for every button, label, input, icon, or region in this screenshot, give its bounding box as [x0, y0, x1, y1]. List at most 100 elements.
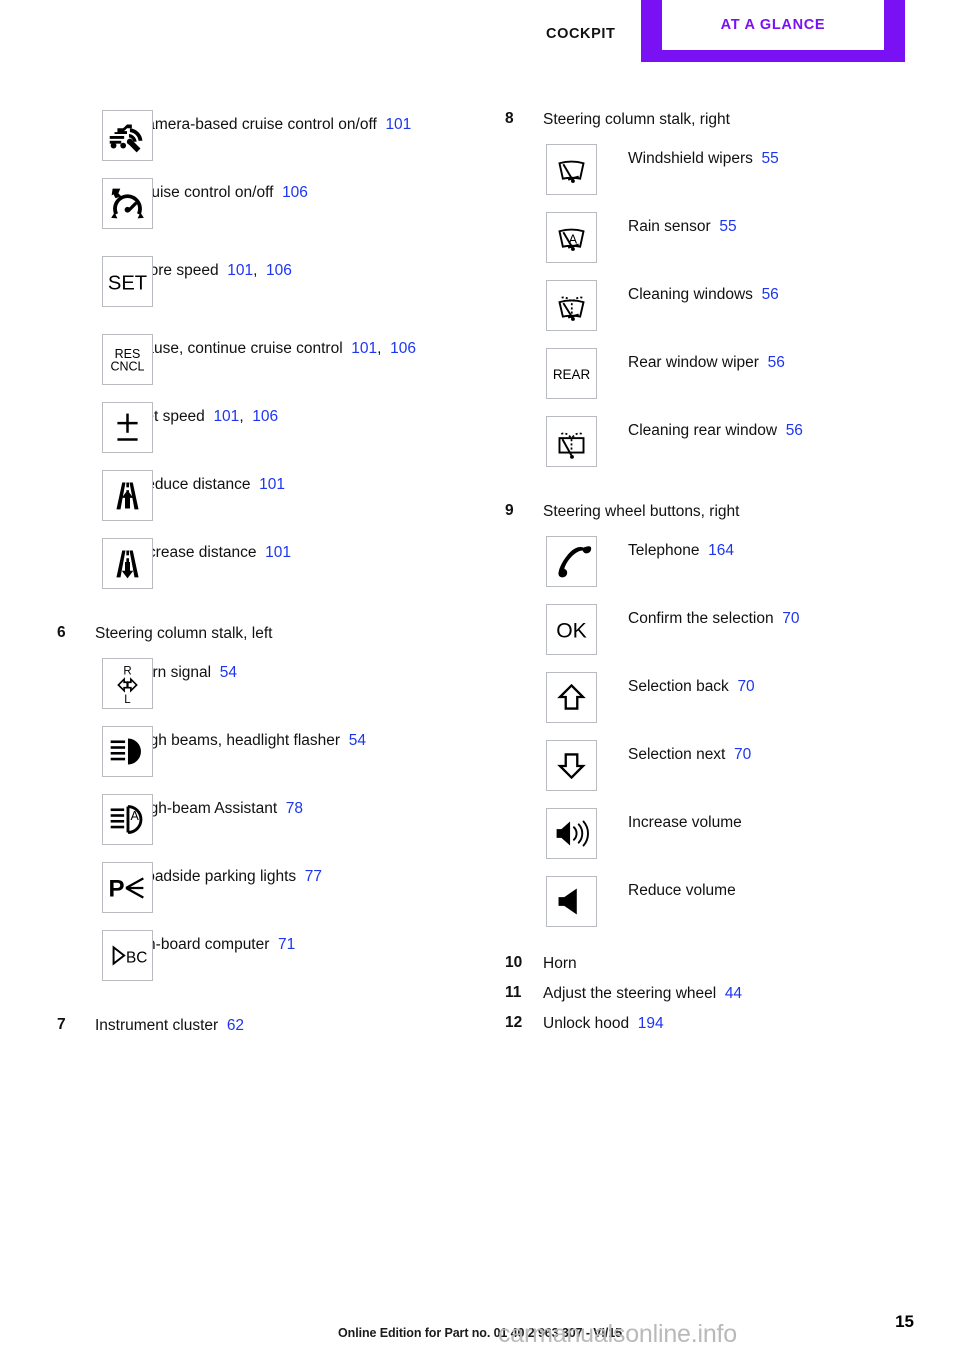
- page-reference[interactable]: 101: [259, 476, 285, 493]
- svg-text:SET: SET: [108, 273, 147, 295]
- page-reference[interactable]: 101: [213, 408, 239, 425]
- page-reference[interactable]: 70: [782, 610, 799, 627]
- page-reference[interactable]: 54: [349, 732, 366, 749]
- list-item: REAR Rear window wiper 56: [505, 348, 935, 408]
- list-item: Camera-based cruise control on/off 101: [57, 110, 477, 170]
- section-heading-7: 7 Instrument cluster 62: [57, 1016, 477, 1044]
- section-title-row: Instrument cluster 62: [95, 1016, 477, 1037]
- list-item-text: Cleaning rear window 56: [628, 416, 935, 442]
- page-reference[interactable]: 101: [385, 116, 411, 133]
- list-item-label: Increase volume: [628, 814, 742, 831]
- header-chapter-label: COCKPIT: [546, 26, 616, 42]
- svg-text:OK: OK: [556, 620, 587, 643]
- high-beam-icon: [102, 726, 153, 777]
- section-title: Instrument cluster: [95, 1017, 219, 1034]
- list-item-label: Windshield wipers: [628, 150, 753, 167]
- rain-sensor-icon: A: [546, 212, 597, 263]
- page-reference[interactable]: 55: [719, 218, 736, 235]
- page-reference[interactable]: 101: [227, 262, 253, 279]
- page-reference[interactable]: 106: [252, 408, 278, 425]
- list-item-text: Roadside parking lights 77: [135, 862, 477, 888]
- list-item-label: High-beam Assistant: [135, 800, 278, 817]
- page-reference[interactable]: 70: [737, 678, 754, 695]
- list-item-label: Selection back: [628, 678, 729, 695]
- page-reference[interactable]: 164: [708, 542, 734, 559]
- list-item: High beams, headlight flasher 54: [57, 726, 477, 786]
- rear-wiper-icon: REAR: [546, 348, 597, 399]
- list-item-text: Pause, continue cruise control 101, 106: [135, 340, 416, 357]
- plus-minus-icon: [102, 402, 153, 453]
- list-item-12: 12 Unlock hood 194: [505, 1014, 935, 1044]
- volume-down-icon: [546, 876, 597, 927]
- list-item-text: Confirm the selection 70: [628, 604, 935, 630]
- page-reference[interactable]: 44: [725, 985, 742, 1002]
- page-reference[interactable]: 71: [278, 936, 295, 953]
- section-heading-9: 9 Steering wheel buttons, right: [505, 502, 935, 530]
- list-item-label: Roadside parking lights: [135, 868, 297, 885]
- svg-text:A: A: [131, 809, 140, 823]
- list-item: Cleaning rear window 56: [505, 416, 935, 476]
- volume-up-icon: [546, 808, 597, 859]
- page-reference[interactable]: 106: [266, 262, 292, 279]
- page-reference[interactable]: 78: [286, 800, 303, 817]
- list-item-text: Store speed 101, 106: [135, 262, 292, 279]
- list-item: R L Turn signal 54: [57, 658, 477, 718]
- list-item-text: Rain sensor 55: [628, 212, 935, 238]
- list-item: OK Confirm the selection 70: [505, 604, 935, 664]
- footer-edition-line: Online Edition for Part no. 01 40 2 963 …: [338, 1326, 622, 1340]
- set-icon: SET: [102, 256, 153, 307]
- item-text: Adjust the steering wheel 44: [543, 984, 935, 1005]
- list-item-text: Increase distance 101: [135, 538, 477, 564]
- list-item: P Roadside parking lights 77: [57, 862, 477, 922]
- page-reference[interactable]: 56: [768, 354, 785, 371]
- list-item-label: On-board computer: [135, 936, 270, 953]
- list-item-label: Selection next: [628, 746, 726, 763]
- page-reference[interactable]: 101: [351, 340, 377, 357]
- svg-text:A: A: [569, 233, 578, 247]
- cleaning-windows-icon: [546, 280, 597, 331]
- page-reference[interactable]: 56: [762, 286, 779, 303]
- list-item-label: High beams, headlight flasher: [135, 732, 341, 749]
- page-reference[interactable]: 106: [390, 340, 416, 357]
- list-item-text: Camera-based cruise control on/off 101: [135, 110, 477, 136]
- page-reference[interactable]: 77: [305, 868, 322, 885]
- camera-cruise-control-icon: [102, 110, 153, 161]
- list-item: BC On-board computer 71: [57, 930, 477, 990]
- increase-distance-icon: [102, 538, 153, 589]
- list-item: Set speed 101, 106: [57, 402, 477, 462]
- list-item-label: Camera-based cruise control on/off: [135, 116, 377, 133]
- list-item: Selection back 70: [505, 672, 935, 732]
- section-heading-8: 8 Steering column stalk, right: [505, 110, 935, 138]
- list-item-text: Reduce distance 101: [135, 470, 477, 496]
- page-reference[interactable]: 194: [638, 1015, 664, 1032]
- page-reference[interactable]: 70: [734, 746, 751, 763]
- list-item-text: Cleaning windows 56: [628, 280, 935, 306]
- page-number: 15: [895, 1312, 914, 1331]
- page-reference[interactable]: 106: [282, 184, 308, 201]
- page-reference[interactable]: 101: [265, 544, 291, 561]
- page-reference[interactable]: 56: [786, 422, 803, 439]
- list-item: Cleaning windows 56: [505, 280, 935, 340]
- page-reference[interactable]: 55: [762, 150, 779, 167]
- list-item-text: Selection next 70: [628, 740, 935, 766]
- page-reference[interactable]: 54: [220, 664, 237, 681]
- item-label: Adjust the steering wheel: [543, 985, 717, 1002]
- list-item-text: Reduce volume: [628, 876, 935, 902]
- item-text: Unlock hood 194: [543, 1014, 935, 1035]
- section-heading-6: 6 Steering column stalk, left: [57, 624, 477, 652]
- item-text: Horn: [543, 954, 935, 975]
- list-item-text: Increase volume: [628, 808, 935, 834]
- telephone-icon: [546, 536, 597, 587]
- list-item-label: Reduce volume: [628, 882, 736, 899]
- list-item-label: Telephone: [628, 542, 700, 559]
- page-reference[interactable]: 62: [227, 1017, 244, 1034]
- on-board-computer-icon: BC: [102, 930, 153, 981]
- list-item: Reduce distance 101: [57, 470, 477, 530]
- header-tab-block: AT A GLANCE: [641, 0, 905, 62]
- section-number: 7: [57, 1016, 66, 1033]
- list-item-text: Selection back 70: [628, 672, 935, 698]
- list-item: Telephone 164: [505, 536, 935, 596]
- list-item-label: Rain sensor: [628, 218, 711, 235]
- list-item-label: Rear window wiper: [628, 354, 759, 371]
- ok-icon: OK: [546, 604, 597, 655]
